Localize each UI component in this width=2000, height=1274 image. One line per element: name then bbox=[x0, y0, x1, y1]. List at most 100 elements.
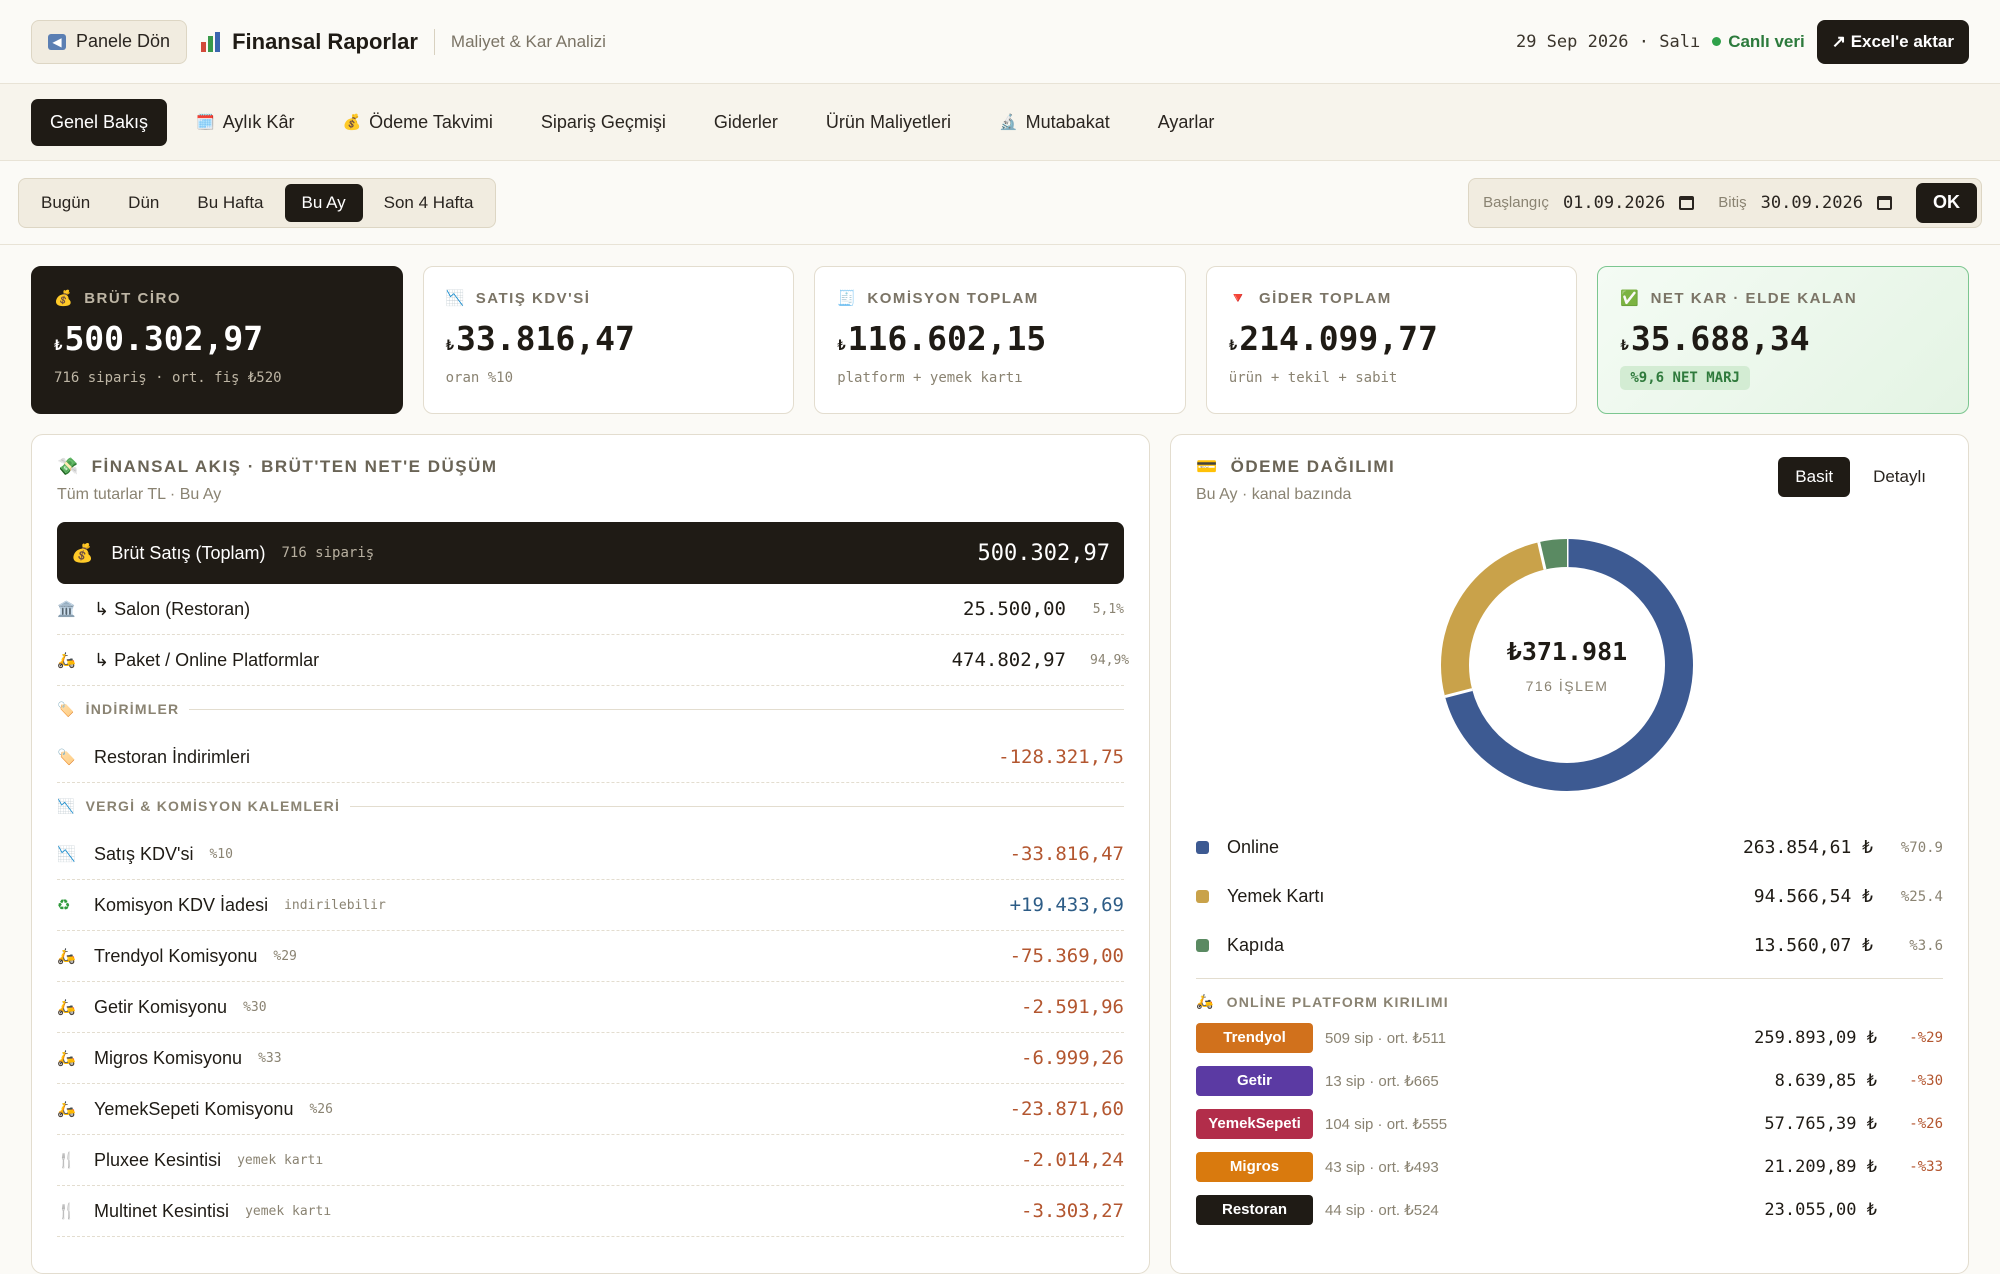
platform-chip: Migros bbox=[1196, 1151, 1313, 1182]
legend-item-cash-on-delivery: Kapıda 13.560,07 ₺ %3.6 bbox=[1196, 921, 1943, 970]
kpi-value: 214.099,77 bbox=[1239, 319, 1438, 358]
start-date-input[interactable]: 01.09.2026 bbox=[1563, 193, 1665, 213]
row-amount: -6.999,26 bbox=[1021, 1047, 1124, 1069]
kpi-label: KOMİSYON TOPLAM bbox=[867, 289, 1039, 307]
platform-row: Getir 13 sip · ort. ₺665 8.639,85 ₺ -%30 bbox=[1196, 1059, 1943, 1102]
receipt-icon: 🧾 bbox=[837, 290, 858, 307]
payment-distribution-panel: 💳 ÖDEME DAĞILIMI Bu Ay · kanal bazında Ba… bbox=[1170, 434, 1969, 1274]
tab-label: Ödeme Takvimi bbox=[369, 111, 493, 132]
toggle-detailed[interactable]: Detaylı bbox=[1856, 457, 1943, 497]
platform-value: 23.055,00 ₺ bbox=[1764, 1199, 1877, 1220]
currency-symbol: ₺ bbox=[1228, 338, 1238, 354]
kpi-value: 500.302,97 bbox=[64, 319, 264, 358]
section-label: İNDİRİMLER bbox=[85, 701, 180, 717]
section-label: VERGİ & KOMİSYON KALEMLERİ bbox=[85, 798, 341, 814]
range-today[interactable]: Bugün bbox=[24, 184, 107, 222]
divider bbox=[433, 28, 435, 55]
platform-chip: Getir bbox=[1196, 1065, 1313, 1096]
legend-swatch bbox=[1196, 939, 1209, 952]
kpi-sub: platform + yemek kartı bbox=[837, 370, 1023, 386]
platform-commission: -%30 bbox=[1909, 1072, 1943, 1089]
kpi-commission-total: 🧾 KOMİSYON TOPLAM ₺ 116.602,15 platform + … bbox=[814, 266, 1186, 414]
deduction-row: 🍴 Pluxee Kesintisi yemek kartı -2.014,24 bbox=[57, 1135, 1124, 1186]
range-this-month[interactable]: Bu Ay bbox=[284, 183, 363, 222]
main-tabs: Genel Bakış 🗓️ Aylık Kâr 💰 Ödeme Takvimi S… bbox=[0, 84, 2000, 161]
kpi-label: NET KAR · ELDE KALAN bbox=[1650, 289, 1858, 307]
discounts-section-header: 🏷️ İNDİRİMLER bbox=[57, 686, 1124, 732]
kpi-value: 116.602,15 bbox=[847, 319, 1047, 358]
platform-commission: -%29 bbox=[1909, 1029, 1943, 1046]
toggle-simple[interactable]: Basit bbox=[1778, 457, 1851, 497]
calendar-picker-icon[interactable] bbox=[1877, 195, 1892, 210]
kpi-label: GİDER TOPLAM bbox=[1258, 289, 1392, 307]
row-amount: 500.302,97 bbox=[977, 540, 1110, 566]
financial-flow-panel: 💸 FİNANSAL AKIŞ · BRÜT'TEN NET'E DÜŞÜM Tü… bbox=[31, 434, 1150, 1274]
money-wings-icon: 💸 bbox=[57, 457, 80, 476]
app-title: Finansal Raporlar bbox=[201, 29, 418, 55]
tab-overview[interactable]: Genel Bakış bbox=[31, 98, 168, 146]
row-amount: -2.014,24 bbox=[1021, 1149, 1124, 1171]
deduction-row: 🛵 Getir Komisyonu %30 -2.591,96 bbox=[57, 982, 1124, 1033]
platform-value: 259.893,09 ₺ bbox=[1754, 1027, 1877, 1048]
row-label: Satış KDV'si bbox=[94, 843, 194, 864]
calendar-icon: 🗓️ bbox=[196, 114, 215, 131]
tab-product-costs[interactable]: Ürün Maliyetleri bbox=[807, 99, 970, 146]
currency-symbol: ₺ bbox=[445, 338, 455, 354]
range-last-4-weeks[interactable]: Son 4 Hafta bbox=[367, 184, 491, 222]
back-button-label: Panele Dön bbox=[76, 31, 171, 51]
apply-range-button[interactable]: OK bbox=[1916, 182, 1977, 223]
platform-meta: 44 sip · ort. ₺524 bbox=[1325, 1201, 1439, 1219]
row-tag: %30 bbox=[243, 999, 267, 1015]
tab-payment-schedule[interactable]: 💰 Ödeme Takvimi bbox=[323, 99, 511, 146]
row-label: Pluxee Kesintisi bbox=[94, 1149, 222, 1170]
panel-title: ÖDEME DAĞILIMI bbox=[1230, 457, 1396, 476]
back-to-panel-button[interactable]: ◀ Panele Dön bbox=[31, 19, 188, 64]
tab-monthly-profit[interactable]: 🗓️ Aylık Kâr bbox=[177, 99, 313, 146]
legend-value: 94.566,54 ₺ bbox=[1753, 886, 1873, 907]
row-tag: yemek kartı bbox=[237, 1152, 324, 1168]
tab-label: Mutabakat bbox=[1025, 111, 1110, 132]
legend-name: Online bbox=[1227, 837, 1280, 857]
export-excel-button[interactable]: ↗ Excel'e aktar bbox=[1816, 19, 1969, 64]
red-triangle-down-icon: 🔻 bbox=[1228, 290, 1249, 307]
quick-range-selector: Bugün Dün Bu Hafta Bu Ay Son 4 Hafta bbox=[18, 177, 497, 228]
range-this-week[interactable]: Bu Hafta bbox=[180, 184, 280, 222]
tab-label: Ürün Maliyetleri bbox=[825, 111, 951, 132]
platform-meta: 104 sip · ort. ₺555 bbox=[1325, 1115, 1448, 1133]
calendar-picker-icon[interactable] bbox=[1679, 195, 1695, 210]
row-tag: 716 sipariş bbox=[281, 545, 375, 561]
range-yesterday[interactable]: Dün bbox=[111, 184, 176, 222]
platform-commission: -%33 bbox=[1909, 1158, 1943, 1175]
tab-reconciliation[interactable]: 🔬 Mutabakat bbox=[980, 99, 1129, 146]
scooter-icon: 🛵 bbox=[57, 948, 76, 965]
row-label: Restoran İndirimleri bbox=[94, 746, 251, 767]
tab-order-history[interactable]: Sipariş Geçmişi bbox=[522, 99, 685, 146]
channel-row: 🛵 ↳ Paket / Online Platformlar 474.802,9… bbox=[57, 635, 1129, 686]
tab-expenses[interactable]: Giderler bbox=[695, 99, 797, 146]
row-amount: 25.500,00 bbox=[963, 598, 1066, 620]
discount-row: 🏷️ Restoran İndirimleri -128.321,75 bbox=[57, 732, 1124, 783]
payment-legend: Online 263.854,61 ₺ %70.9 Yemek Kartı 94… bbox=[1196, 823, 1943, 970]
kpi-label: BRÜT CİRO bbox=[84, 289, 182, 307]
check-mark-icon: ✅ bbox=[1620, 290, 1641, 307]
deduction-row: 📉 Satış KDV'si %10 -33.816,47 bbox=[57, 829, 1124, 880]
scooter-icon: 🛵 bbox=[57, 999, 76, 1016]
platform-row: YemekSepeti 104 sip · ort. ₺555 57.765,3… bbox=[1196, 1102, 1943, 1145]
row-label: Trendyol Komisyonu bbox=[94, 945, 258, 966]
credit-card-icon: 💳 bbox=[1196, 457, 1219, 476]
fork-knife-icon: 🍴 bbox=[57, 1203, 76, 1220]
back-arrow-icon: ◀ bbox=[48, 33, 66, 50]
tab-label: Genel Bakış bbox=[50, 111, 149, 132]
tab-settings[interactable]: Ayarlar bbox=[1139, 99, 1234, 146]
scooter-icon: 🛵 bbox=[57, 1101, 76, 1118]
end-date-input[interactable]: 30.09.2026 bbox=[1761, 193, 1863, 213]
platform-meta: 509 sip · ort. ₺511 bbox=[1325, 1029, 1446, 1047]
platform-commission: -%26 bbox=[1909, 1115, 1943, 1132]
legend-swatch bbox=[1196, 890, 1209, 903]
row-amount: -33.816,47 bbox=[1009, 843, 1124, 865]
platform-row: Trendyol 509 sip · ort. ₺511 259.893,09 … bbox=[1196, 1016, 1943, 1059]
row-amount: -3.303,27 bbox=[1021, 1200, 1124, 1222]
app-subtitle: Maliyet & Kar Analizi bbox=[450, 31, 606, 51]
legend-percent: %25.4 bbox=[1900, 888, 1943, 905]
row-label: YemekSepeti Komisyonu bbox=[94, 1098, 294, 1119]
